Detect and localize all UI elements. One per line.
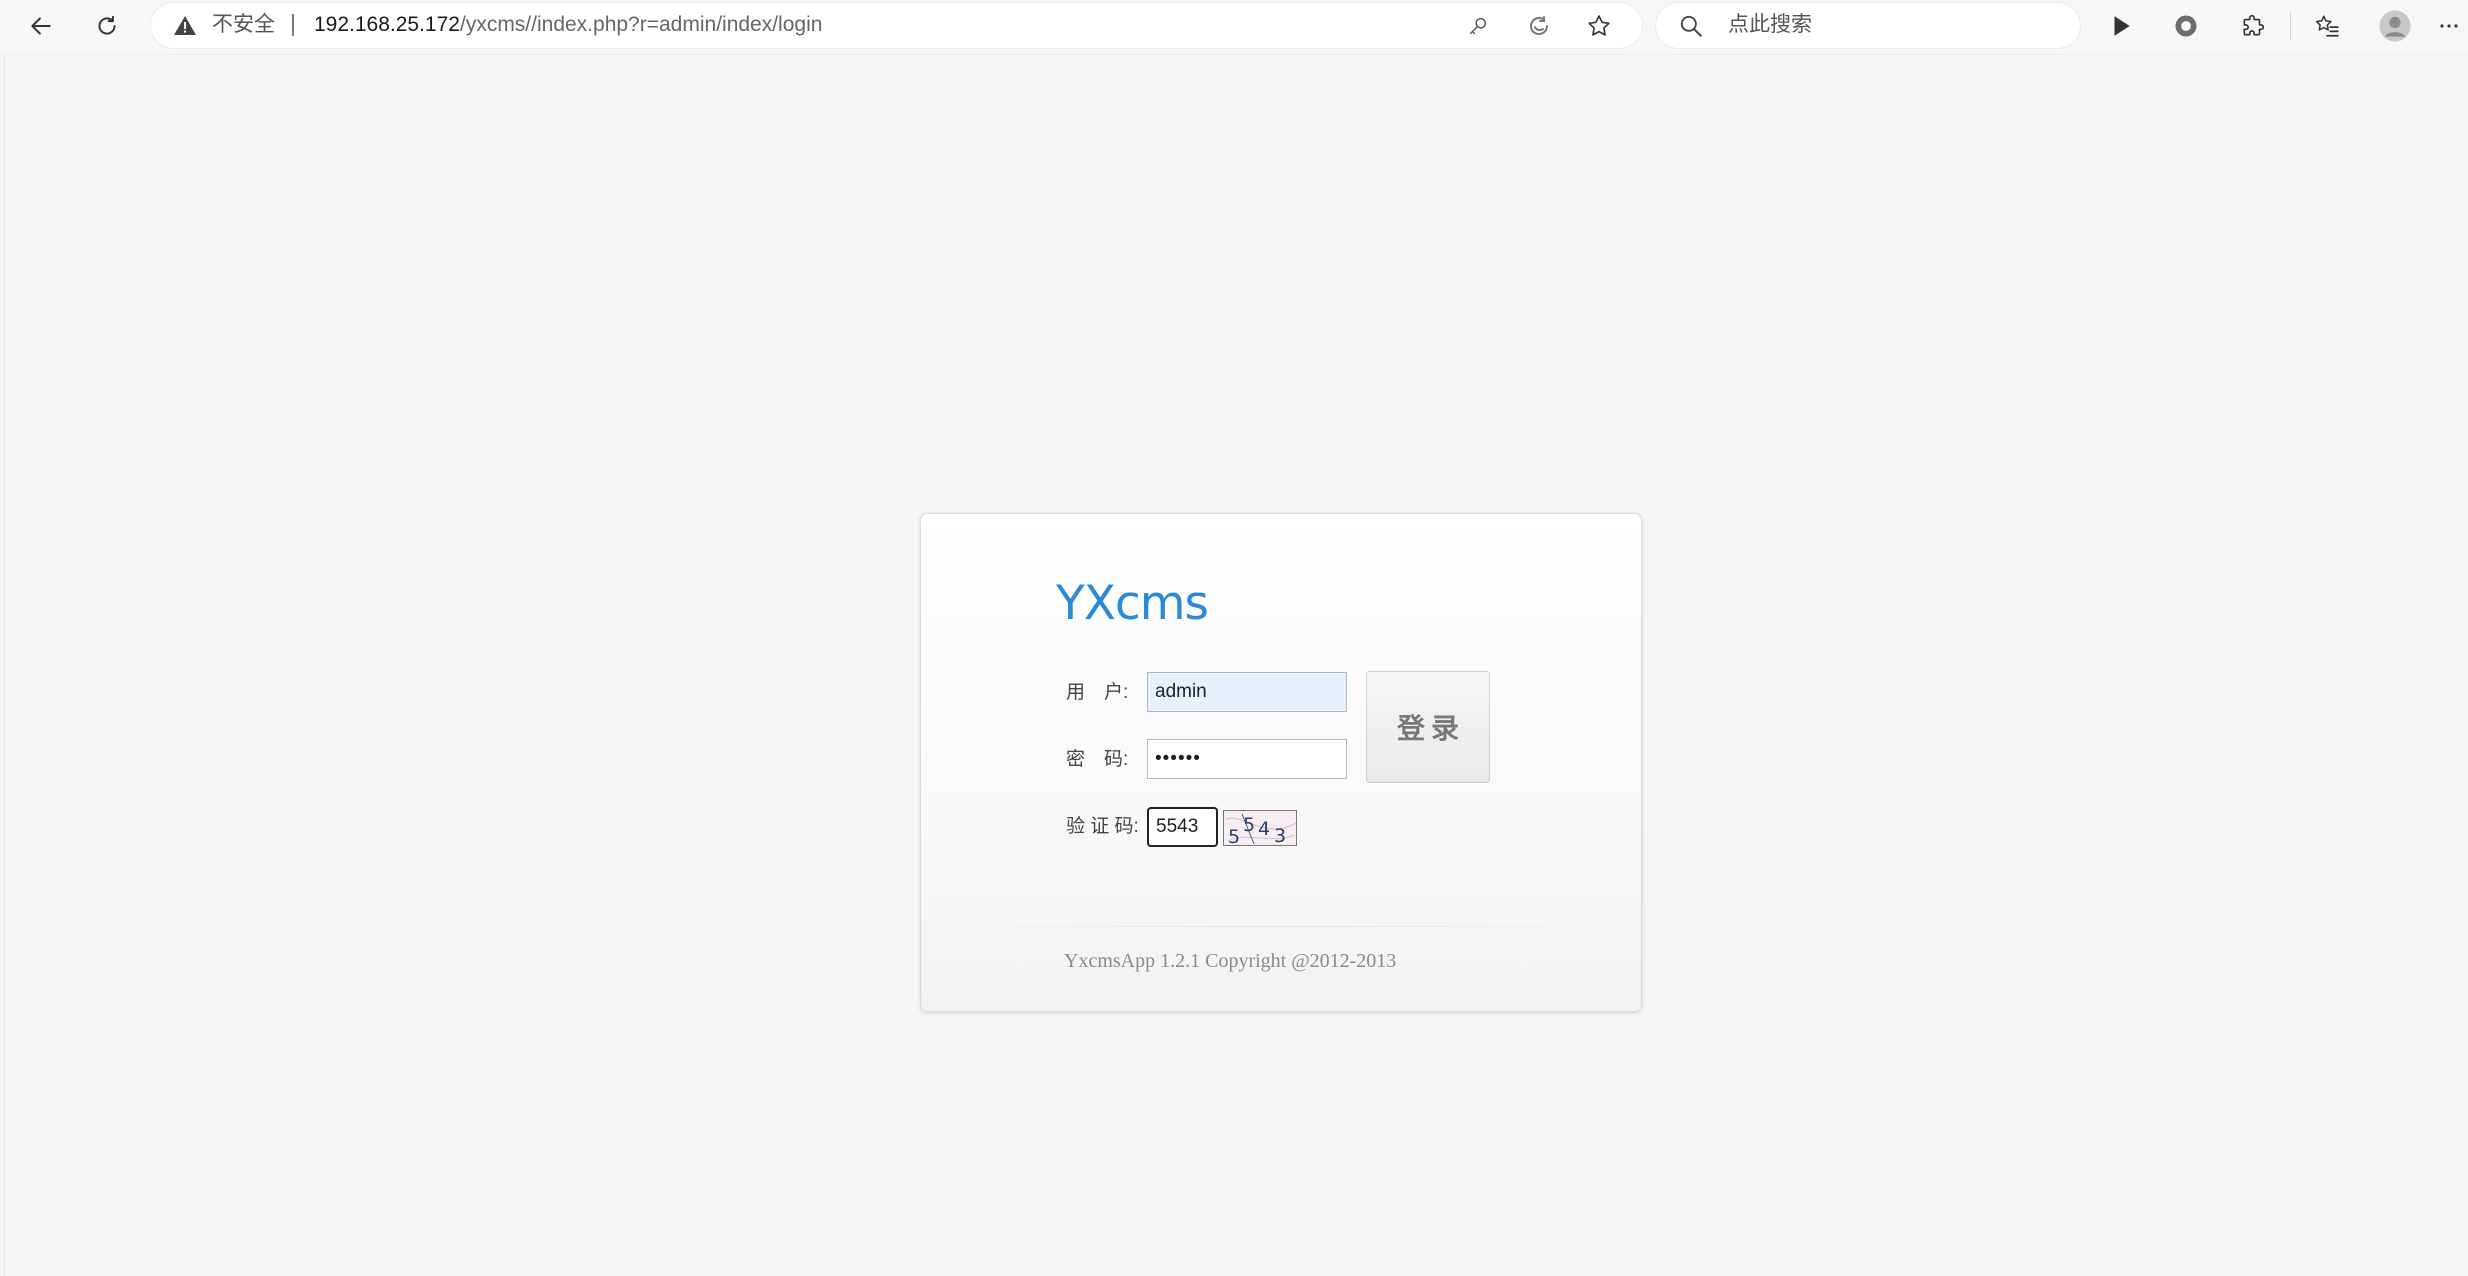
login-button[interactable]: 登录 [1366, 671, 1490, 783]
password-label: 密 码: [1066, 749, 1129, 770]
warning-triangle-icon [174, 16, 196, 35]
record-icon [2175, 15, 2197, 37]
username-label: 用 户: [1066, 682, 1129, 703]
svg-text:4: 4 [1258, 818, 1270, 840]
copyright-text: YxcmsApp 1.2.1 Copyright @2012-2013 [1064, 950, 1397, 972]
record-button[interactable] [2164, 4, 2208, 48]
favorites-button[interactable] [2305, 4, 2349, 48]
address-bar[interactable]: 不安全 192.168.25.172/yxcms//index.php?r=ad… [151, 3, 1642, 48]
play-button[interactable] [2099, 4, 2143, 48]
edge-refresh-button[interactable] [1525, 12, 1553, 40]
refresh-button[interactable] [85, 4, 129, 48]
captcha-image-graphic: 5 5 4 3 [1225, 813, 1296, 846]
address-separator [292, 14, 294, 36]
extensions-button[interactable] [2231, 4, 2275, 48]
more-icon [2440, 24, 2458, 28]
profile-icon [2379, 10, 2411, 42]
url-text[interactable]: 192.168.25.172/yxcms//index.php?r=admin/… [314, 13, 822, 37]
login-panel: YXcms 用 户: admin 密 码: •••••• 验 证 码: 5543… [920, 513, 1642, 1012]
key-icon [1469, 17, 1487, 35]
more-button[interactable] [2430, 4, 2468, 48]
svg-text:5: 5 [1243, 814, 1255, 836]
favorite-button[interactable] [1585, 12, 1613, 40]
arrow-left-icon [31, 17, 51, 35]
url-path: /yxcms//index.php?r=admin/index/login [459, 13, 823, 36]
captcha-input[interactable]: 5543 [1147, 807, 1218, 847]
toolbar-divider [2290, 12, 2291, 40]
edge-icon [1530, 16, 1549, 35]
captcha-label: 验 证 码: [1066, 816, 1139, 837]
browser-toolbar: 不安全 192.168.25.172/yxcms//index.php?r=ad… [0, 0, 2468, 52]
play-icon [2114, 16, 2130, 36]
password-key-button[interactable] [1464, 12, 1492, 40]
svg-text:5: 5 [1228, 826, 1240, 846]
refresh-icon [98, 15, 116, 35]
url-host: 192.168.25.172 [314, 13, 460, 36]
search-placeholder: 点此搜索 [1728, 13, 1812, 36]
puzzle-icon [2243, 14, 2265, 36]
security-status-label[interactable]: 不安全 [212, 13, 275, 37]
username-input[interactable]: admin [1147, 672, 1347, 712]
favorites-icon [2315, 15, 2339, 37]
back-button[interactable] [19, 4, 63, 48]
captcha-image[interactable]: 5 5 4 3 [1223, 810, 1297, 846]
profile-button[interactable] [2373, 4, 2417, 48]
password-input[interactable]: •••••• [1147, 739, 1347, 779]
search-box[interactable]: 点此搜索 [1656, 3, 2080, 48]
card-divider [951, 926, 1611, 927]
star-icon [1588, 15, 1610, 36]
svg-text:3: 3 [1274, 825, 1286, 846]
search-icon [1680, 15, 1702, 37]
logo: YXcms [1056, 576, 1209, 631]
